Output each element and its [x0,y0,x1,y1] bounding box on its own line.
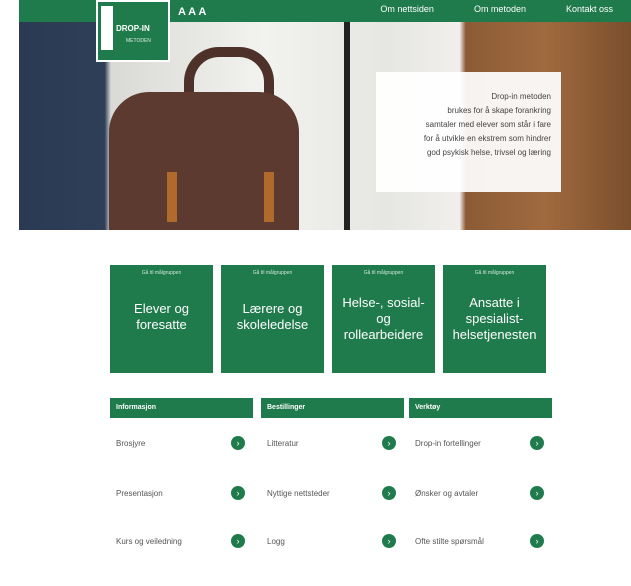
tile-caption: Gå til målgruppen [141,270,182,276]
hero-line: for å utvikle en ekstrem som hindrer [423,134,551,143]
logo-mark [101,6,113,50]
column-header: Bestillinger [261,398,404,418]
link-label: Brosjyre [116,439,146,448]
logo-text: DROP-IN [116,24,150,33]
hero-line: brukes for å skape forankring [447,106,551,115]
link-label: Ofte stilte spørsmål [415,537,484,546]
tile-health-workers[interactable]: Gå til målgruppen Helse-, sosial- og rol… [332,265,435,373]
tile-students-parents[interactable]: Gå til målgruppen Elever og foresatte [110,265,213,373]
arrow-right-icon[interactable]: › [382,436,396,450]
tile-caption: Gå til målgruppen [474,270,515,276]
column-tools: Verktøy Drop-in fortellinger › Ønsker og… [409,398,552,548]
arrow-right-icon[interactable]: › [382,534,396,548]
nav-about-site[interactable]: Om nettsiden [380,4,434,14]
link-item[interactable]: Ønsker og avtaler › [409,484,552,506]
arrow-right-icon[interactable]: › [530,486,544,500]
column-header: Informasjon [110,398,253,418]
link-item[interactable]: Nyttige nettsteder › [261,484,404,506]
arrow-right-icon[interactable]: › [231,486,245,500]
hero-line: Drop-in metoden [491,92,551,101]
top-navigation: Om nettsiden Om metoden Kontakt oss [380,4,613,14]
arrow-right-icon[interactable]: › [530,436,544,450]
tile-title: Ansatte i spesialist-helsetjenesten [452,295,537,342]
link-item[interactable]: Litteratur › [261,434,404,456]
link-item[interactable]: Ofte stilte spørsmål › [409,532,552,554]
link-item[interactable]: Kurs og veiledning › [110,532,253,554]
link-label: Litteratur [267,439,299,448]
tile-specialist-staff[interactable]: Gå til målgruppen Ansatte i spesialist-h… [443,265,546,373]
hero-text-box: Drop-in metoden brukes for å skape foran… [376,72,561,192]
arrow-right-icon[interactable]: › [382,486,396,500]
backpack-strap [264,172,274,222]
link-label: Drop-in fortellinger [415,439,481,448]
link-item[interactable]: Brosjyre › [110,434,253,456]
column-information: Informasjon Brosjyre › Presentasjon › Ku… [110,398,253,548]
backpack-strap [167,172,177,222]
tile-title: Helse-, sosial- og rollearbeidere [342,295,425,342]
site-logo[interactable]: DROP-IN METODEN [96,0,170,62]
audience-tiles: Gå til målgruppen Elever og foresatte Gå… [110,265,546,373]
link-item[interactable]: Presentasjon › [110,484,253,506]
link-label: Ønsker og avtaler [415,489,479,498]
tile-caption: Gå til målgruppen [363,270,404,276]
column-orders: Bestillinger Litteratur › Nyttige nettst… [261,398,404,548]
column-header: Verktøy [409,398,552,418]
hero-line: god psykisk helse, trivsel og læring [426,148,551,157]
link-label: Nyttige nettsteder [267,489,330,498]
logo-subtitle: METODEN [126,38,151,44]
door-frame-image [344,22,350,230]
nav-contact[interactable]: Kontakt oss [566,4,613,14]
font-size-toggle[interactable]: A A A [178,6,206,18]
arrow-right-icon[interactable]: › [530,534,544,548]
link-item[interactable]: Drop-in fortellinger › [409,434,552,456]
link-label: Kurs og veiledning [116,537,182,546]
link-item[interactable]: Logg › [261,532,404,554]
tile-title: Elever og foresatte [134,301,189,332]
nav-about-method[interactable]: Om metoden [474,4,526,14]
arrow-right-icon[interactable]: › [231,534,245,548]
tile-caption: Gå til målgruppen [252,270,293,276]
link-label: Presentasjon [116,489,163,498]
link-label: Logg [267,537,285,546]
arrow-right-icon[interactable]: › [231,436,245,450]
hero-line: samtaler med elever som står i fare [425,120,551,129]
tile-teachers[interactable]: Gå til målgruppen Lærere og skoleledelse [221,265,324,373]
tile-title: Lærere og skoleledelse [236,301,309,332]
